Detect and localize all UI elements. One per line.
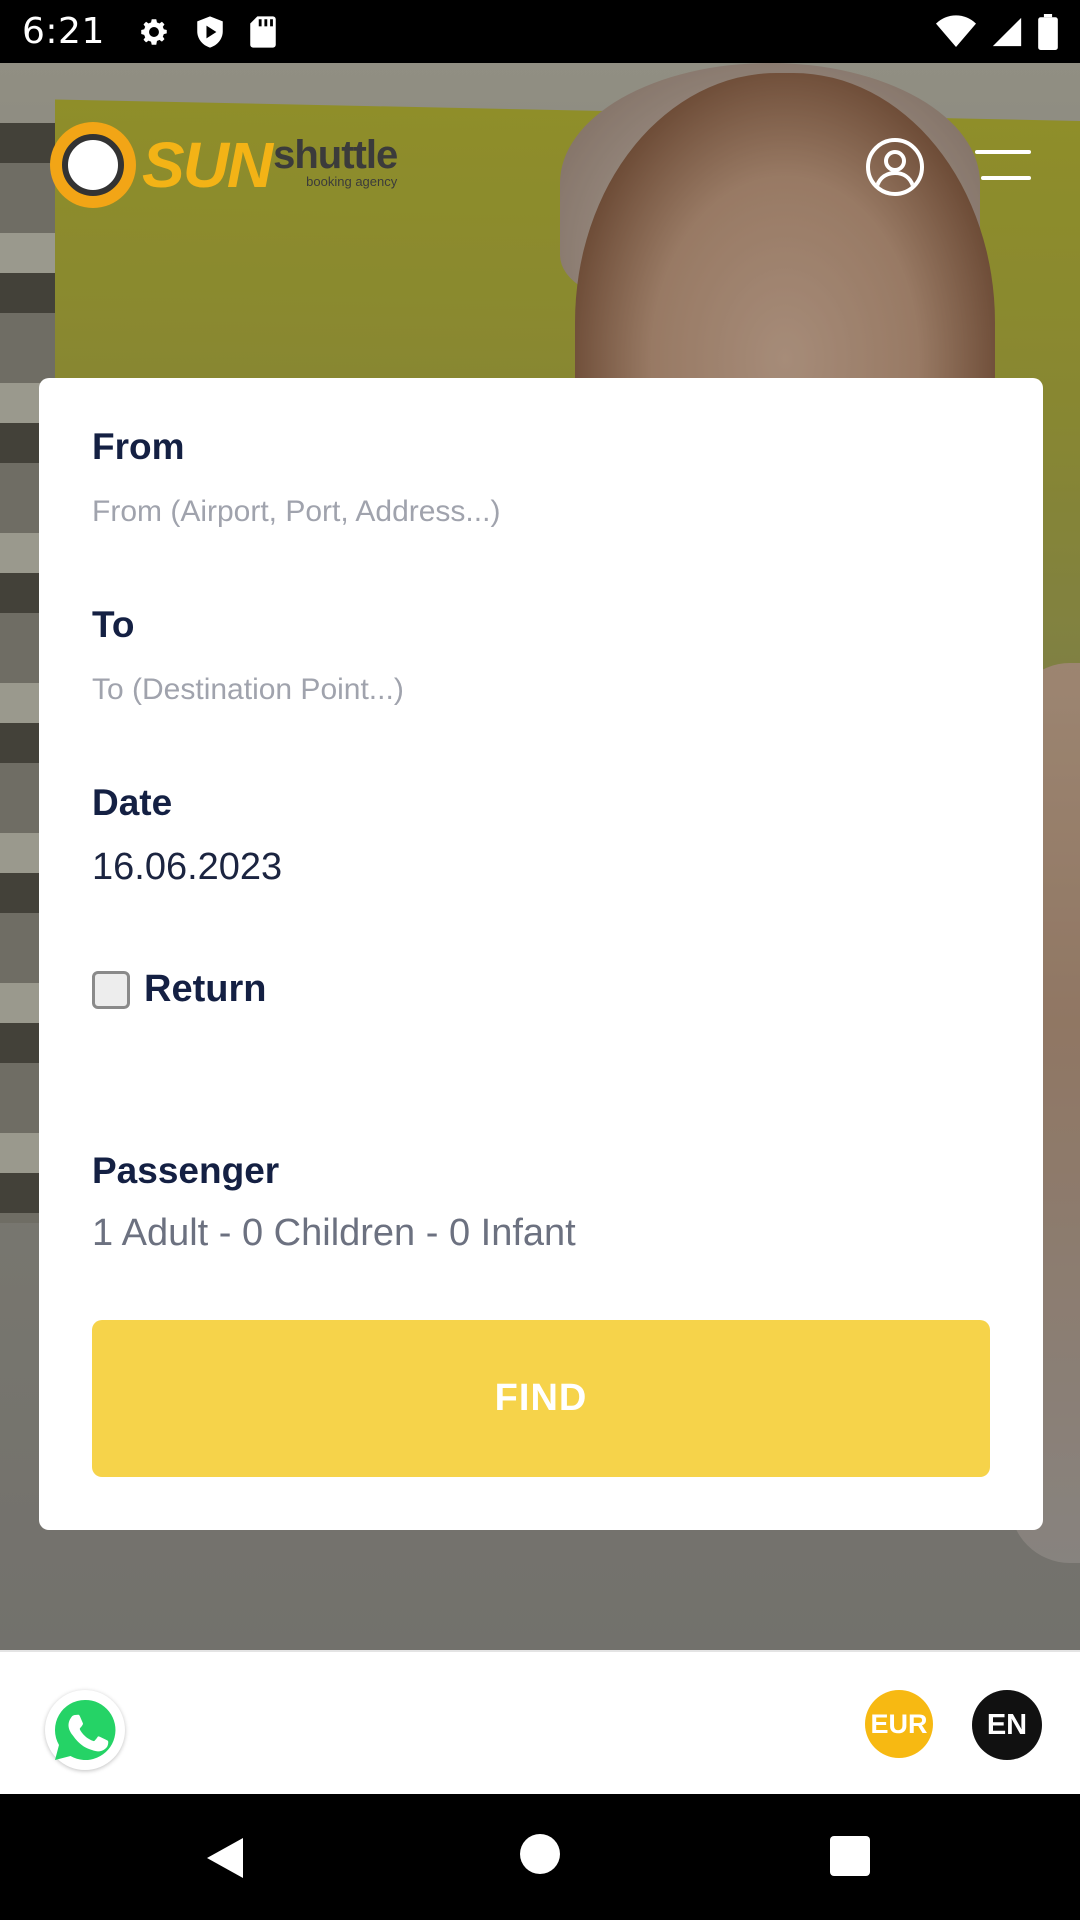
return-label: Return bbox=[144, 968, 267, 1010]
language-button[interactable]: EN bbox=[972, 1690, 1042, 1760]
back-icon[interactable] bbox=[205, 1836, 245, 1880]
currency-button[interactable]: EUR bbox=[865, 1690, 933, 1758]
status-bar: 6:21 bbox=[0, 0, 1080, 63]
profile-button[interactable] bbox=[866, 138, 924, 196]
home-icon[interactable] bbox=[520, 1834, 560, 1874]
to-input[interactable] bbox=[92, 670, 972, 710]
whatsapp-button[interactable] bbox=[45, 1690, 125, 1770]
play-protect-icon bbox=[195, 15, 225, 49]
return-checkbox[interactable] bbox=[92, 970, 130, 1009]
logo-text-sun: SUN bbox=[142, 129, 273, 201]
passenger-select[interactable]: 1 Adult - 0 Children - 0 Infant bbox=[92, 1212, 972, 1260]
booking-form-card: From To Date 16.06.2023 Return Passenger… bbox=[39, 378, 1043, 1530]
recents-icon[interactable] bbox=[830, 1836, 870, 1876]
hamburger-menu-icon[interactable] bbox=[975, 148, 1031, 182]
sd-card-icon bbox=[249, 15, 277, 49]
user-circle-icon bbox=[875, 150, 915, 187]
status-icons-right bbox=[936, 13, 1058, 50]
wifi-icon bbox=[936, 14, 976, 49]
cell-signal-icon bbox=[990, 15, 1024, 49]
android-nav-bar bbox=[0, 1794, 1080, 1920]
logo-mark-icon bbox=[50, 122, 136, 208]
return-checkbox-row[interactable]: Return bbox=[92, 968, 266, 1011]
to-label: To bbox=[92, 604, 135, 645]
date-label: Date bbox=[92, 782, 173, 823]
find-button[interactable]: FIND bbox=[92, 1320, 990, 1477]
logo-text-shuttle: shuttle bbox=[273, 133, 398, 177]
bottom-bar: EUR EN bbox=[0, 1650, 1080, 1794]
battery-icon bbox=[1038, 13, 1058, 50]
status-icons-left bbox=[137, 15, 277, 49]
date-input[interactable]: 16.06.2023 bbox=[92, 846, 972, 894]
sunshuttle-logo[interactable]: SUN shuttle booking agency bbox=[50, 122, 398, 208]
whatsapp-icon bbox=[54, 1699, 116, 1760]
logo-text-sub: booking agency bbox=[306, 174, 398, 189]
passenger-label: Passenger bbox=[92, 1150, 280, 1191]
settings-icon bbox=[137, 15, 171, 49]
from-input[interactable] bbox=[92, 492, 972, 532]
status-time: 6:21 bbox=[22, 11, 105, 52]
from-label: From bbox=[92, 426, 185, 467]
